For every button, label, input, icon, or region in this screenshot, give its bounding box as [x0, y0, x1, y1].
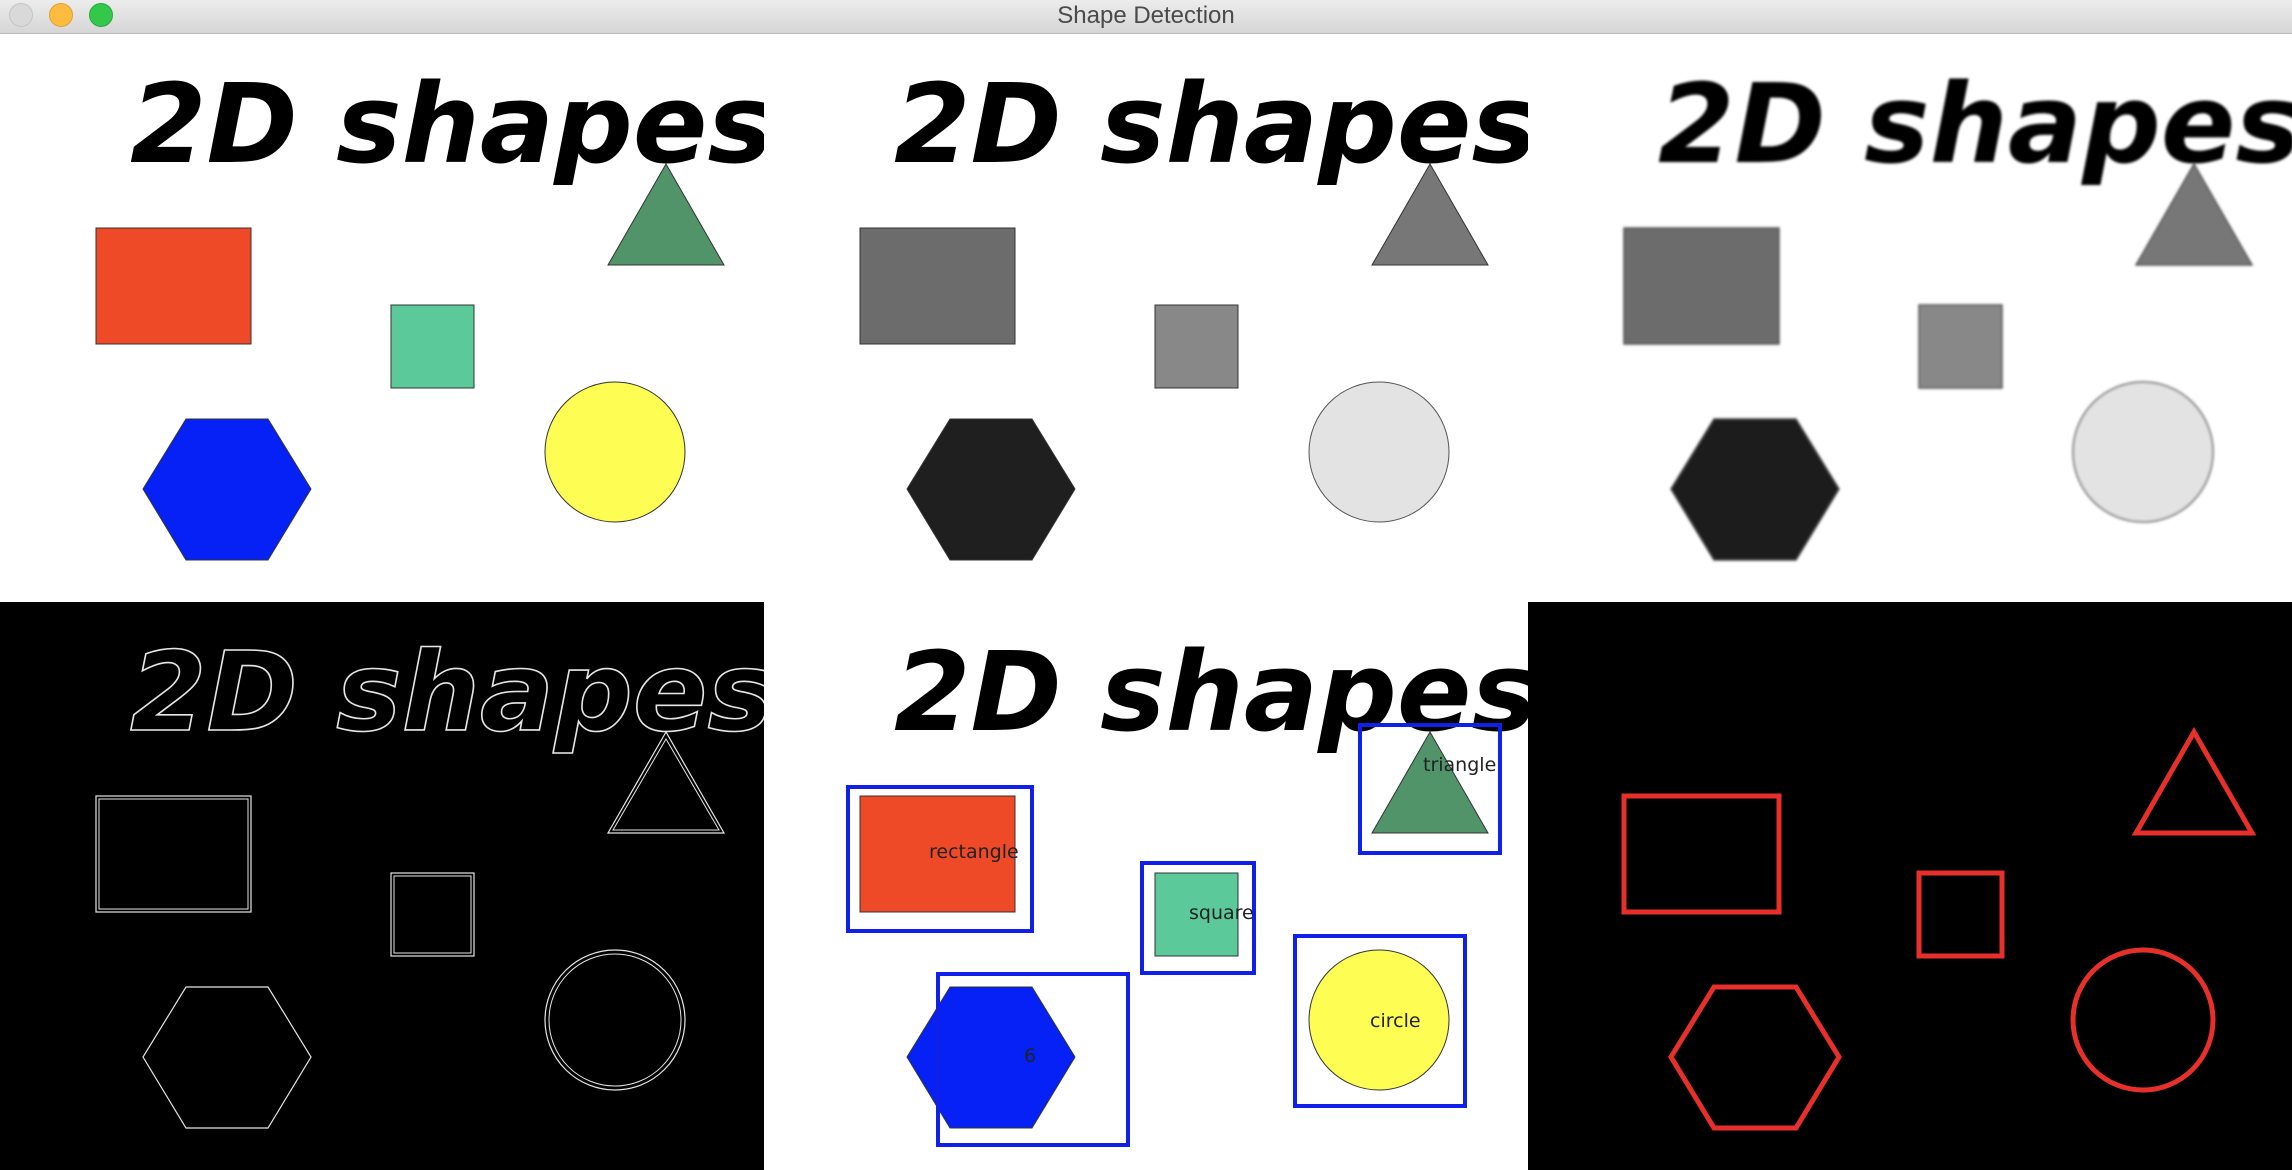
- hexagon-shape: [906, 986, 1076, 1129]
- circle-shape: [2072, 381, 2214, 523]
- square-shape: [1154, 304, 1239, 389]
- edges-image-panel: 2D shapes: [0, 602, 764, 1170]
- rectangle-shape: [95, 227, 252, 345]
- square-contour: [1916, 870, 2005, 959]
- rectangle-edge-inner: [98, 798, 249, 910]
- rectangle-contour: [1621, 793, 1782, 915]
- square-label: square: [1189, 902, 1254, 924]
- circle-label: circle: [1370, 1010, 1421, 1032]
- hexagon-contour: [1668, 984, 1842, 1131]
- square-shape: [1918, 304, 2003, 389]
- square-shape: [390, 304, 475, 389]
- contours-image-panel: [1528, 602, 2292, 1170]
- square-edge-inner: [393, 875, 472, 954]
- circle-contour: [2070, 947, 2216, 1093]
- grayscale-image-panel: 2D shapes: [764, 34, 1528, 602]
- triangle-contour: [2131, 726, 2257, 836]
- blurred-image-panel: 2D shapes: [1528, 34, 2292, 602]
- original-image-panel: 2D shapes: [0, 34, 764, 602]
- square-edge: [390, 872, 475, 957]
- circle-edge: [544, 949, 686, 1091]
- rectangle-edge: [95, 795, 252, 913]
- hexagon-edge: [142, 986, 312, 1129]
- hexagon-shape: [1670, 418, 1840, 561]
- rectangle-shape: [859, 227, 1016, 345]
- hexagon-shape: [142, 418, 312, 561]
- triangle-label: triangle: [1423, 754, 1496, 776]
- hexagon-shape: [906, 418, 1076, 561]
- title-bar[interactable]: Shape Detection: [0, 0, 2292, 34]
- circle-shape: [544, 381, 686, 523]
- shape-detection-window: Shape Detection 2D shapes 2D shapes 2D s…: [0, 0, 2292, 1170]
- image-grid: 2D shapes 2D shapes 2D shapes 2D shapes …: [0, 34, 2292, 1170]
- circle-edge-inner: [548, 953, 682, 1087]
- circle-shape: [1308, 381, 1450, 523]
- rectangle-shape: [1623, 227, 1780, 345]
- hexagon-label: 6: [1024, 1045, 1036, 1067]
- window-title: Shape Detection: [1057, 2, 1235, 29]
- detection-result-panel: 2D shapes rectangle triangle square circ…: [764, 602, 1528, 1170]
- rectangle-label: rectangle: [929, 841, 1019, 863]
